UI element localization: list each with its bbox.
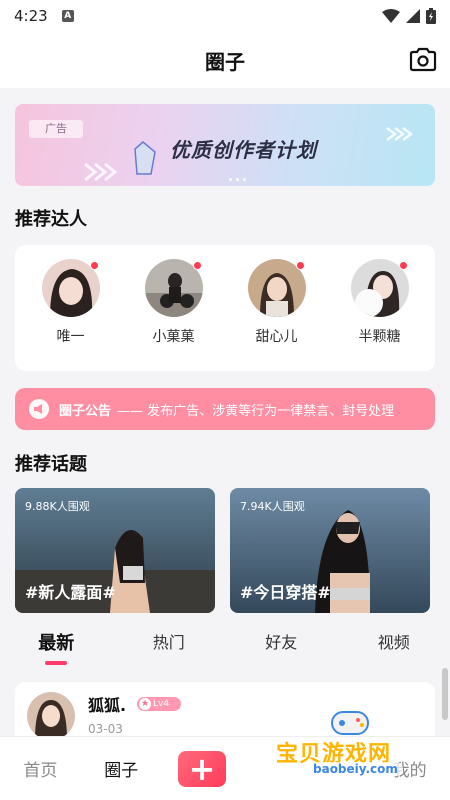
- banner-pagination: [229, 178, 246, 181]
- tab-label: 热门: [152, 633, 185, 652]
- status-icons: [382, 8, 436, 24]
- bottom-nav: 首页 圈子 + 我的: [0, 736, 450, 800]
- banner-title: 优质创作者计划: [170, 138, 317, 162]
- notice-label: 圈子公告: [59, 403, 112, 419]
- expert-name: 甜心儿: [255, 329, 298, 345]
- post-author: 狐狐.: [88, 696, 127, 715]
- tab-hot[interactable]: 热门: [113, 620, 226, 670]
- camera-button[interactable]: [408, 46, 438, 74]
- post-date: 03-03: [88, 722, 123, 736]
- topic-views: 9.88K人围观: [25, 500, 90, 513]
- expert-name: 唯一: [56, 329, 85, 345]
- wifi-icon: [382, 9, 400, 23]
- tab-latest[interactable]: 最新: [0, 620, 113, 670]
- tab-video[interactable]: 视频: [338, 620, 450, 670]
- topic-card[interactable]: 9.88K人围观 #新人露面#: [15, 488, 215, 613]
- plus-icon: +: [188, 749, 216, 788]
- status-time: 4:23: [14, 7, 48, 25]
- star-icon: ★: [139, 698, 151, 710]
- promo-banner[interactable]: 广告 优质创作者计划: [15, 104, 435, 186]
- experts-heading: 推荐达人: [15, 209, 87, 230]
- online-dot: [398, 261, 408, 270]
- circle-notice[interactable]: 圈子公告 —— 发布广告、涉黄等行为一律禁言、封号处理: [15, 388, 435, 430]
- online-dot: [192, 261, 202, 270]
- add-post-button[interactable]: +: [177, 749, 226, 788]
- app-header: 圈子: [0, 32, 450, 88]
- notice-text: —— 发布广告、涉黄等行为一律禁言、封号处理: [117, 403, 395, 419]
- scrollbar[interactable]: [442, 668, 448, 720]
- level-badge: ★ Lv4: [137, 697, 181, 711]
- tab-label: 好友: [265, 633, 298, 652]
- nav-home[interactable]: 首页: [0, 756, 81, 781]
- nav-circle[interactable]: 圈子: [81, 756, 162, 781]
- topic-tag: #新人露面#: [25, 583, 116, 602]
- notification-icon: A: [61, 10, 74, 22]
- topic-views: 7.94K人围观: [240, 500, 305, 513]
- camera-icon: [409, 47, 437, 72]
- tab-label: 视频: [377, 633, 410, 652]
- online-dot: [295, 261, 305, 270]
- megaphone-icon: [29, 399, 49, 419]
- page-title: 圈子: [205, 49, 245, 74]
- topic-card[interactable]: 7.94K人围观 #今日穿搭#: [230, 488, 430, 613]
- topic-tag: #今日穿搭#: [240, 583, 331, 602]
- status-bar: 4:23 A: [0, 0, 450, 32]
- expert-item[interactable]: 小菓菓: [134, 259, 214, 371]
- signal-icon: [406, 9, 420, 23]
- expert-name: 半颗糖: [358, 329, 401, 345]
- ad-tag: 广告: [29, 120, 83, 138]
- nav-mine[interactable]: 我的: [323, 756, 450, 781]
- topics-heading: 推荐话题: [15, 454, 87, 475]
- feed-tabs: 最新 热门 好友 视频: [0, 620, 450, 670]
- online-dot: [89, 261, 99, 270]
- expert-item[interactable]: 半颗糖: [340, 259, 420, 371]
- tab-label: 最新: [38, 633, 75, 654]
- level-text: Lv4: [153, 699, 170, 709]
- nav-post[interactable]: +: [162, 749, 243, 788]
- experts-list: 唯一 小菓菓 甜心儿 半颗糖: [15, 245, 435, 371]
- expert-item[interactable]: 唯一: [31, 259, 111, 371]
- tab-active-indicator: [45, 661, 68, 665]
- avatar[interactable]: [27, 692, 75, 740]
- expert-item[interactable]: 甜心儿: [237, 259, 317, 371]
- expert-name: 小菓菓: [152, 329, 195, 345]
- battery-icon: [426, 8, 436, 24]
- tab-friends[interactable]: 好友: [225, 620, 338, 670]
